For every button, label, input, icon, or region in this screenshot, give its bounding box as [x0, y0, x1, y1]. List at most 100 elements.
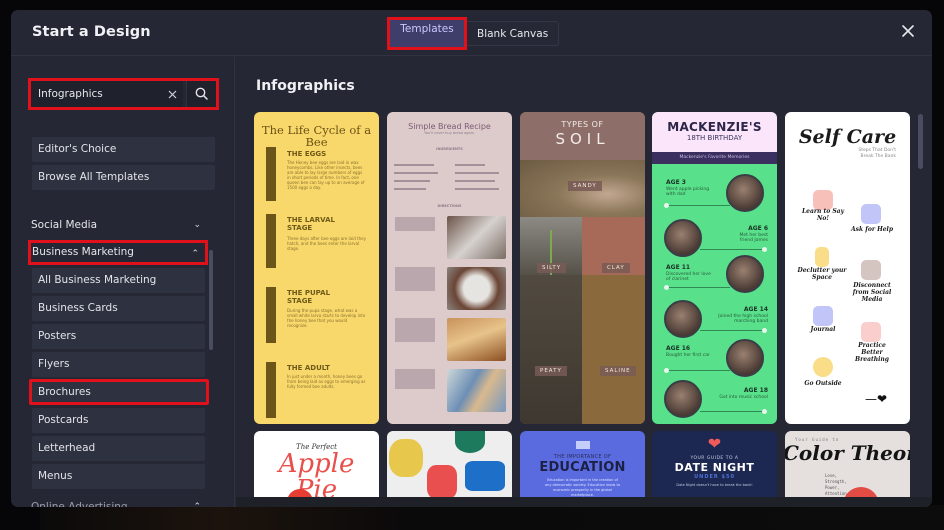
- template-photo: [447, 267, 506, 310]
- hand-icon: [813, 190, 833, 210]
- start-design-modal: Start a Design Templates Blank Canvas Ed…: [11, 10, 932, 507]
- card-title: Self Care: [798, 126, 897, 148]
- card-subtitle: You'll never buy bread again.: [424, 131, 475, 135]
- card-title: SOIL: [555, 130, 610, 148]
- tab-blank-canvas[interactable]: Blank Canvas: [467, 21, 560, 46]
- face-yellow: [389, 439, 423, 477]
- stage-text: During the pupa stage, what was a small …: [287, 308, 366, 328]
- age-desc: Went apple picking with dad: [666, 187, 710, 197]
- age-desc: Met her best friend James: [739, 233, 768, 243]
- template-card-color-theory[interactable]: Your Guide to Color Theory Love, Strengt…: [785, 431, 910, 507]
- template-photo: [447, 369, 506, 412]
- speech-bubble-green: [455, 431, 485, 453]
- card-body: Education is important in the creation o…: [544, 478, 621, 497]
- age-desc: Joined the high school marching band: [718, 314, 768, 324]
- graduation-cap-icon: [575, 441, 590, 449]
- gallery-footer: [236, 497, 932, 507]
- close-icon: [902, 25, 914, 37]
- memory-photo: [726, 339, 764, 377]
- category-business-marketing[interactable]: Business Marketing ⌃: [28, 240, 208, 265]
- soil-label: SALINE: [600, 366, 636, 376]
- search-icon: [195, 87, 208, 100]
- age-label: AGE 14: [743, 306, 768, 313]
- card-title-small: TYPES OF: [561, 120, 604, 129]
- stage-heading: THE EGGS: [287, 150, 327, 158]
- memory-photo: [664, 300, 702, 338]
- clear-search-button[interactable]: [164, 85, 180, 103]
- category-social-media[interactable]: Social Media ⌄: [31, 215, 207, 235]
- card-title: Color Theory: [785, 441, 910, 465]
- close-button[interactable]: [900, 24, 916, 40]
- age-desc: Got into music school: [719, 395, 768, 400]
- subcategory-business-cards[interactable]: Business Cards: [32, 296, 205, 321]
- subcategory-brochures[interactable]: Brochures: [29, 379, 209, 405]
- plug-icon: [861, 260, 881, 280]
- tab-templates[interactable]: Templates: [387, 17, 467, 50]
- search-box: [28, 78, 219, 110]
- stage-text: In just under a month, honey bees go fro…: [287, 374, 366, 389]
- bottle-icon: [815, 247, 829, 267]
- age-desc: Bought her first car: [666, 353, 710, 358]
- journal-icon: [813, 306, 833, 326]
- browse-all-templates-button[interactable]: Browse All Templates: [32, 165, 215, 190]
- card-body: Date Night doesn't have to break the ban…: [676, 483, 753, 487]
- subcategory-all-business-marketing[interactable]: All Business Marketing: [32, 268, 205, 293]
- category-online-advertising[interactable]: Online Advertising ⌃: [31, 497, 207, 507]
- editors-choice-button[interactable]: Editor's Choice: [32, 137, 215, 162]
- subcategory-postcards[interactable]: Postcards: [32, 408, 205, 433]
- template-card-bee-life-cycle[interactable]: The Life Cycle of a Bee THE EGGS The Hon…: [254, 112, 379, 424]
- card-header: MACKENZIE'S 18TH BIRTHDAY: [652, 112, 777, 152]
- gallery-title: Infographics: [256, 78, 355, 94]
- template-card-bread-recipe[interactable]: Simple Bread Recipe You'll never buy bre…: [387, 112, 512, 424]
- gallery-scrollbar[interactable]: [918, 114, 923, 169]
- soil-label: PEATY: [535, 366, 567, 376]
- stage-text: The Honey bee eggs are laid in wax honey…: [287, 160, 365, 190]
- step-text: Declutter your Space: [797, 267, 847, 281]
- step-text: Go Outside: [804, 380, 842, 387]
- search-input[interactable]: [31, 81, 183, 107]
- memory-photo: [664, 380, 702, 418]
- subcategory-flyers[interactable]: Flyers: [32, 352, 205, 377]
- sun-icon: [813, 357, 833, 377]
- chevron-down-icon: ⌄: [193, 220, 201, 230]
- memory-photo: [726, 255, 764, 293]
- bell-icon: [861, 204, 881, 224]
- subcategory-letterhead[interactable]: Letterhead: [32, 436, 205, 461]
- card-title: Simple Bread Recipe: [408, 122, 491, 131]
- template-card-importance-of-education[interactable]: THE IMPORTANCE OF EDUCATION Education is…: [520, 431, 645, 507]
- age-label: AGE 18: [743, 387, 768, 394]
- subcategory-menus[interactable]: Menus: [32, 464, 205, 489]
- sidebar-scrollbar[interactable]: [209, 250, 213, 350]
- card-title: EDUCATION: [539, 460, 626, 475]
- step-text: Disconnect from Social Media: [852, 282, 892, 303]
- section-heading: DIRECTIONS: [437, 204, 462, 208]
- memory-photo: [726, 174, 764, 212]
- background-app-strip: [40, 505, 944, 530]
- modal-header: Start a Design Templates Blank Canvas: [11, 10, 932, 56]
- step-text: Ask for Help: [850, 226, 894, 233]
- template-card-apple-pie[interactable]: The Perfect Apple Pie: [254, 431, 379, 507]
- template-card-birthday-memories[interactable]: MACKENZIE'S 18TH BIRTHDAY Mackenzie's Fa…: [652, 112, 777, 424]
- chevron-up-icon: ⌃: [193, 502, 201, 507]
- template-card-types-of-soil[interactable]: TYPES OF SOIL SANDY SILTY CLAY PEATY SAL…: [520, 112, 645, 424]
- heart-icon: ❤: [707, 434, 722, 453]
- template-gallery: Infographics The Life Cycle of a Bee THE…: [236, 57, 932, 507]
- card-tagline: UNDER $50: [694, 474, 735, 480]
- speech-bubble-red: [427, 465, 457, 499]
- card-header: TYPES OF SOIL: [520, 112, 645, 160]
- category-label: Social Media: [31, 219, 98, 231]
- age-label: AGE 3: [666, 179, 686, 186]
- card-title: Apple Pie: [278, 449, 355, 505]
- subcategory-posters[interactable]: Posters: [32, 324, 205, 349]
- step-text: Learn to Say No!: [801, 208, 845, 222]
- chevron-up-icon: ⌃: [191, 249, 199, 259]
- stage-tab: [266, 362, 276, 418]
- search-button[interactable]: [186, 81, 216, 107]
- template-card-self-care[interactable]: Self Care Steps That Don't Break The Ban…: [785, 112, 910, 424]
- memory-photo: [664, 219, 702, 257]
- step-text: Practice Better Breathing: [855, 342, 889, 363]
- template-card-faces-illustration[interactable]: [387, 431, 512, 507]
- template-card-date-night[interactable]: ❤ YOUR GUIDE TO A DATE NIGHT UNDER $50 D…: [652, 431, 777, 507]
- speech-bubble-blue: [465, 461, 505, 491]
- age-label: AGE 6: [748, 225, 768, 232]
